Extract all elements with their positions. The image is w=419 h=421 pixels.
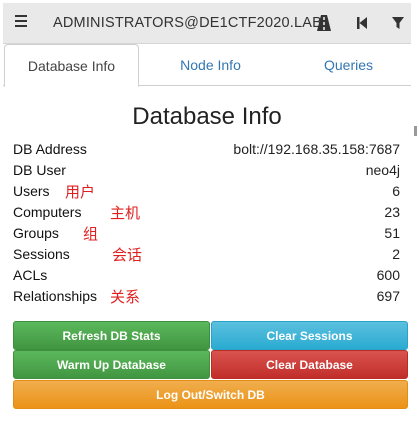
info-row-db-user: DB User neo4j bbox=[13, 162, 400, 183]
page-title: Database Info bbox=[132, 103, 282, 130]
info-row-users: Users 用户 6 bbox=[13, 183, 400, 204]
scrollbar[interactable] bbox=[414, 126, 417, 136]
row-value: 6 bbox=[392, 183, 400, 199]
info-row-sessions: Sessions 会话 2 bbox=[13, 246, 400, 267]
row-value: bolt://192.168.35.158:7687 bbox=[233, 141, 400, 157]
info-row-acls: ACLs 600 bbox=[13, 267, 400, 288]
logout-switch-db-button[interactable]: Log Out/Switch DB bbox=[13, 380, 408, 409]
annotation-note: 主机 bbox=[110, 205, 141, 222]
tab-queries[interactable]: Queries bbox=[281, 44, 416, 86]
filter-icon[interactable] bbox=[391, 14, 407, 32]
row-label: Sessions bbox=[13, 246, 70, 262]
row-value: 697 bbox=[376, 288, 400, 304]
hamburger-menu-icon[interactable] bbox=[15, 15, 29, 29]
database-info-panel: ADMINISTRATORS@DE1CTF2020.LAB Database I… bbox=[3, 3, 411, 419]
row-label: Relationships bbox=[13, 288, 98, 304]
annotation-note: 关系 bbox=[110, 289, 141, 306]
row-value: neo4j bbox=[365, 162, 400, 178]
row-label: Groups bbox=[13, 225, 59, 241]
row-value: 51 bbox=[384, 225, 400, 241]
clear-sessions-button[interactable]: Clear Sessions bbox=[211, 321, 408, 350]
road-pathfinding-icon[interactable] bbox=[316, 14, 332, 32]
tab-bar: Database Info Node Info Queries bbox=[3, 44, 411, 87]
row-label: Computers bbox=[13, 204, 82, 220]
clear-database-button[interactable]: Clear Database bbox=[211, 350, 408, 379]
top-bar: ADMINISTRATORS@DE1CTF2020.LAB bbox=[3, 3, 411, 44]
row-value: 23 bbox=[384, 204, 400, 220]
row-label: ACLs bbox=[13, 267, 48, 283]
current-user-title: ADMINISTRATORS@DE1CTF2020.LAB bbox=[53, 15, 322, 31]
info-row-relationships: Relationships 关系 697 bbox=[13, 288, 400, 309]
row-label: Users bbox=[13, 183, 50, 199]
annotation-note: 会话 bbox=[112, 247, 143, 264]
row-label: DB Address bbox=[13, 141, 87, 157]
info-row-groups: Groups 组 51 bbox=[13, 225, 400, 246]
info-row-computers: Computers 主机 23 bbox=[13, 204, 400, 225]
tab-node-info[interactable]: Node Info bbox=[143, 44, 278, 86]
annotation-note: 组 bbox=[83, 226, 99, 243]
row-value: 600 bbox=[376, 267, 400, 283]
info-row-db-address: DB Address bolt://192.168.35.158:7687 bbox=[13, 141, 400, 162]
refresh-db-stats-button[interactable]: Refresh DB Stats bbox=[13, 321, 210, 350]
step-backward-icon[interactable] bbox=[355, 14, 371, 32]
tab-database-info[interactable]: Database Info bbox=[4, 44, 139, 87]
warm-up-database-button[interactable]: Warm Up Database bbox=[13, 350, 210, 379]
annotation-note: 用户 bbox=[65, 184, 96, 201]
row-value: 2 bbox=[392, 246, 400, 262]
row-label: DB User bbox=[13, 162, 66, 178]
